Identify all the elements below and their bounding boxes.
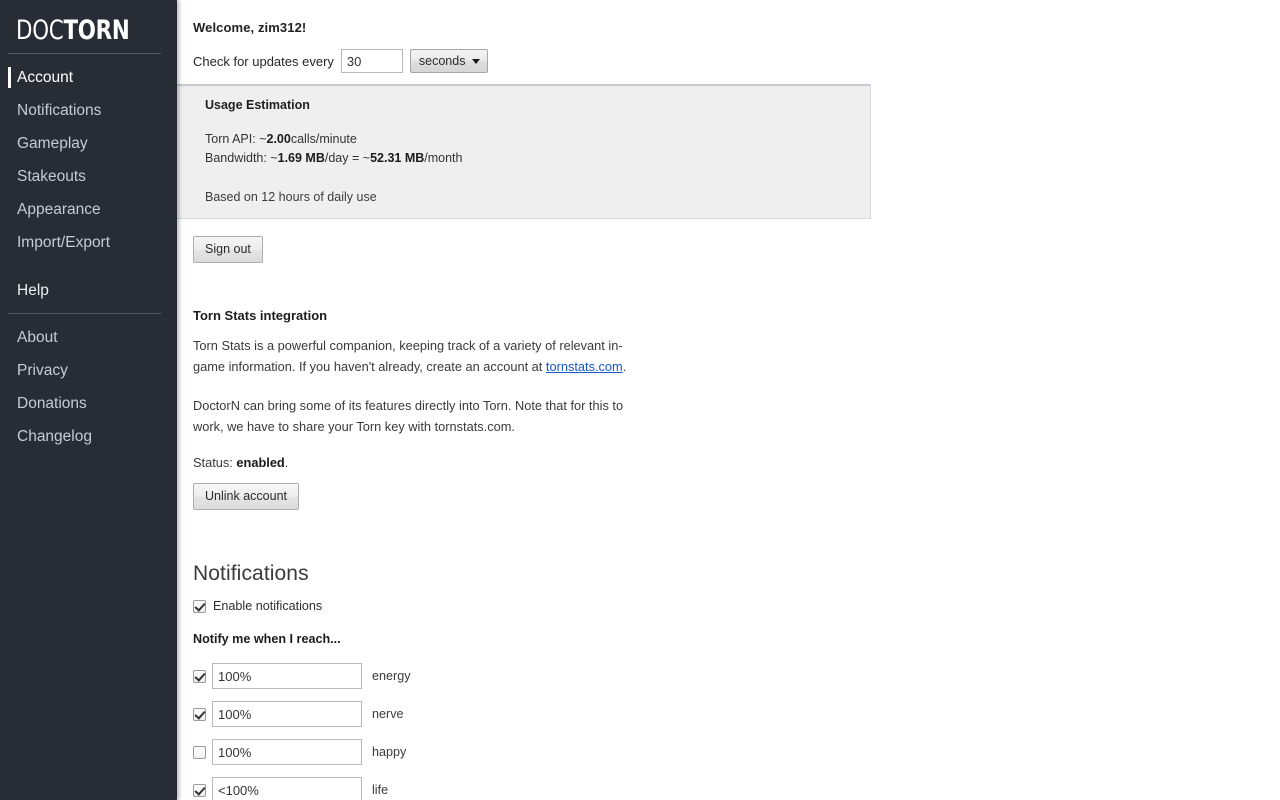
usage-footnote: Based on 12 hours of daily use (205, 190, 377, 204)
notify-nerve-label: nerve (372, 707, 404, 721)
sidebar-item-label: Donations (17, 395, 87, 412)
sidebar: DOCTORN Account Notifications Gameplay S… (0, 0, 177, 800)
status-period: . (284, 455, 289, 470)
unlink-button-wrap: Unlink account (193, 470, 1280, 510)
notify-nerve-checkbox[interactable] (193, 707, 206, 721)
usage-panel-title: Usage Estimation (205, 98, 310, 112)
sidebar-item-appearance[interactable]: Appearance (0, 193, 177, 226)
chevron-down-icon (472, 59, 481, 64)
notify-happy-input[interactable] (212, 739, 362, 765)
sidebar-nav-primary: Account Notifications Gameplay Stakeouts… (0, 61, 177, 259)
notification-thresholds-list: energy nerve happy life chain (177, 657, 1280, 800)
sidebar-item-donations[interactable]: Donations (0, 387, 177, 420)
tornstats-status: Status: enabled. (193, 455, 1280, 470)
usage-bandwidth-prefix: Bandwidth: ~ (205, 151, 278, 165)
logo-divider (8, 53, 161, 54)
sidebar-item-label: Gameplay (17, 135, 88, 152)
usage-bandwidth-day-value: 1.69 MB (277, 151, 325, 165)
sidebar-item-label: Stakeouts (17, 168, 86, 185)
enable-notifications-row[interactable]: Enable notifications (193, 599, 1280, 613)
update-interval-unit-label: seconds (418, 54, 466, 68)
sidebar-item-gameplay[interactable]: Gameplay (0, 127, 177, 160)
sidebar-item-label: Privacy (17, 362, 68, 379)
update-interval-input[interactable] (340, 49, 403, 73)
sidebar-item-label: Changelog (17, 428, 92, 445)
sign-out-button[interactable]: Sign out (193, 236, 263, 263)
usage-estimation-panel: Usage Estimation Torn API: ~2.00calls/mi… (177, 84, 871, 219)
sidebar-item-privacy[interactable]: Privacy (0, 354, 177, 387)
sidebar-nav-help: About Privacy Donations Changelog (0, 321, 177, 453)
sidebar-item-label: Account (17, 69, 74, 86)
usage-api-value: 2.00 (266, 132, 291, 146)
usage-bandwidth-month-suffix: /month (424, 151, 463, 165)
notify-life-label: life (372, 783, 389, 797)
usage-api-suffix: calls/minute (290, 132, 357, 146)
sidebar-item-label: About (17, 329, 58, 346)
notify-life-checkbox[interactable] (193, 783, 206, 797)
sidebar-item-about[interactable]: About (0, 321, 177, 354)
sidebar-item-label: Notifications (17, 102, 102, 119)
app-logo: DOCTORN (0, 0, 177, 46)
status-label: Status: (193, 455, 237, 470)
help-divider (8, 313, 161, 314)
enable-notifications-label: Enable notifications (213, 599, 323, 613)
notify-when-label: Notify me when I reach... (193, 632, 341, 646)
logo-text-light: DOC (16, 15, 64, 46)
notify-happy-checkbox[interactable] (193, 745, 206, 759)
notify-happy-label: happy (372, 745, 407, 759)
sidebar-item-stakeouts[interactable]: Stakeouts (0, 160, 177, 193)
update-interval-label: Check for updates every (193, 53, 334, 69)
sidebar-item-label: Appearance (17, 201, 101, 218)
tornstats-para1-text-b: . (622, 359, 627, 374)
enable-notifications-checkbox[interactable] (193, 599, 206, 613)
sidebar-section-help: Help (17, 282, 49, 299)
tornstats-heading: Torn Stats integration (193, 308, 328, 323)
notify-energy-input[interactable] (212, 663, 362, 689)
sidebar-item-label: Import/Export (17, 234, 111, 251)
tornstats-paragraph-2: DoctorN can bring some of its features d… (193, 398, 624, 434)
notifications-heading: Notifications (193, 562, 309, 585)
usage-api-prefix: Torn API: ~ (205, 132, 267, 146)
update-interval-unit-select[interactable]: seconds (409, 49, 489, 73)
unlink-account-button[interactable]: Unlink account (193, 483, 299, 510)
notify-row-life: life (193, 771, 1280, 800)
update-interval-row: Check for updates every seconds (177, 35, 1280, 73)
notify-energy-label: energy (372, 669, 411, 683)
usage-bandwidth-day-suffix: /day = ~ (324, 151, 371, 165)
notify-row-energy: energy (193, 657, 1280, 695)
tornstats-link[interactable]: tornstats.com (546, 359, 623, 374)
sidebar-item-import-export[interactable]: Import/Export (0, 226, 177, 259)
welcome-message: Welcome, zim312! (193, 20, 307, 35)
app-root: DOCTORN Account Notifications Gameplay S… (0, 0, 1280, 800)
usage-bandwidth-month-value: 52.31 MB (370, 151, 425, 165)
logo-text-bold: TORN (63, 15, 130, 46)
usage-api-line: Torn API: ~2.00calls/minute (205, 130, 870, 149)
usage-bandwidth-line: Bandwidth: ~1.69 MB/day = ~52.31 MB/mont… (205, 149, 870, 168)
sidebar-item-account[interactable]: Account (0, 61, 177, 94)
notify-row-happy: happy (193, 733, 1280, 771)
tornstats-paragraph-1: Torn Stats is a powerful companion, keep… (193, 335, 645, 377)
notify-row-nerve: nerve (193, 695, 1280, 733)
main-content: Welcome, zim312! Check for updates every… (177, 0, 1280, 800)
notify-energy-checkbox[interactable] (193, 669, 206, 683)
status-badge: enabled (236, 455, 285, 470)
sidebar-item-notifications[interactable]: Notifications (0, 94, 177, 127)
sidebar-item-changelog[interactable]: Changelog (0, 420, 177, 453)
notify-nerve-input[interactable] (212, 701, 362, 727)
notify-life-input[interactable] (212, 777, 362, 800)
